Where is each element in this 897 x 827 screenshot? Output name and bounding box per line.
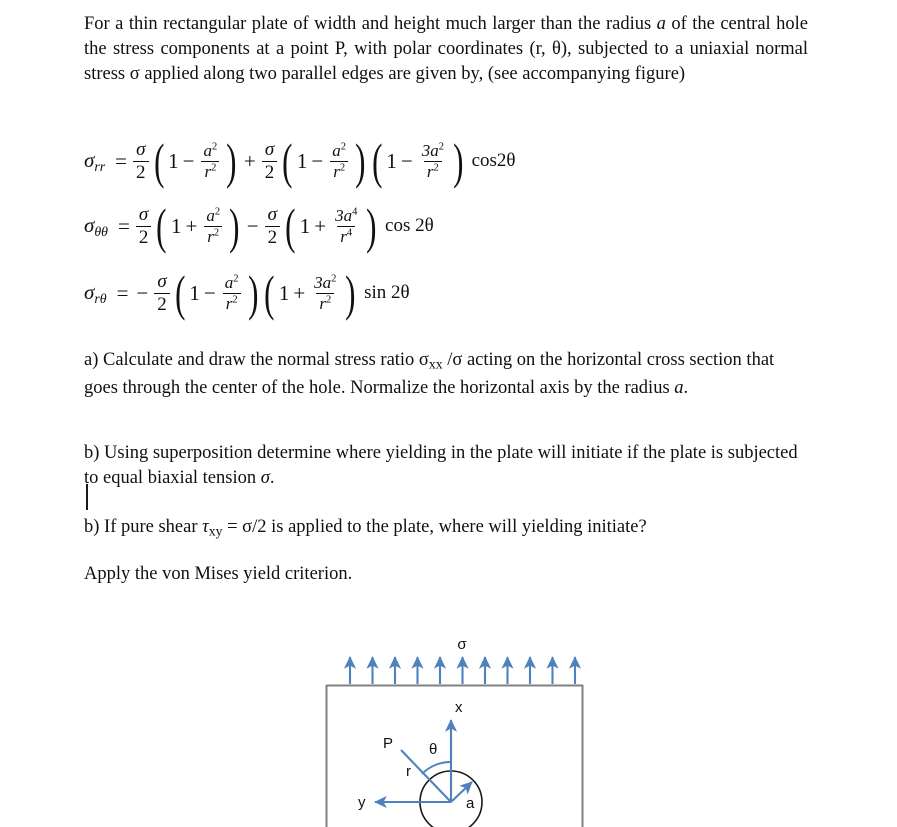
equation-1-equals: = (115, 148, 127, 173)
equation-sigma-rr: σrr = σ 2 ( 1 − a2 r2 ) + σ 2 (1 − a2 r… (84, 133, 824, 189)
right-paren-glyph: ) (366, 197, 377, 254)
closing-line: Apply the von Mises yield criterion. (84, 564, 353, 584)
right-paren-glyph: ) (226, 132, 237, 189)
a2-over-r2: a2 r2 (329, 142, 349, 180)
equation-3-group-2: ( 1 + 3a2 r2 ) (264, 264, 356, 321)
equation-3-equals: = (116, 280, 129, 305)
equation-1-group-2: ( 1 − a2 r2 ) (282, 132, 366, 189)
equation-2-sigma-over-2-a: σ 2 (135, 205, 152, 247)
question-b2-paragraph: b) If pure shear τxy = σ/2 is applied to… (84, 515, 808, 543)
radial-distance-label-r: r (406, 763, 411, 780)
equation-3-sigma-over-2: σ 2 (154, 272, 170, 314)
question-a-text-1: a) Calculate and draw the normal stress … (84, 350, 429, 370)
right-paren-glyph: ) (247, 264, 259, 321)
equation-2-group-1: ( 1 + a2 r2 ) (156, 197, 240, 254)
equation-1-group-3: ( 1 − 3a2 r2 ) (371, 132, 464, 189)
right-paren-glyph: ) (453, 132, 464, 189)
equation-2-group-2: ( 1 + 3a4 r4 ) (285, 197, 377, 254)
left-paren-glyph: ( (371, 132, 383, 189)
equation-3-lhs: σrθ (84, 279, 107, 306)
question-b1-sigma-symbol: σ (260, 468, 270, 488)
question-b2-block: b) If pure shear τxy = σ/2 is applied to… (84, 515, 808, 543)
question-a-text-3: . (683, 378, 689, 399)
closing-block: Apply the von Mises yield criterion. (84, 562, 808, 587)
left-paren-glyph: ( (282, 132, 293, 189)
question-b1-block: b) Using superposition determine where y… (84, 441, 808, 491)
left-paren-glyph: ( (153, 132, 164, 189)
right-paren-glyph: ) (229, 197, 240, 254)
equation-1-trig: cos2θ (471, 150, 516, 171)
document-page: For a thin rectangular plate of width an… (0, 0, 897, 827)
point-P-label: P (383, 735, 393, 752)
intro-block: For a thin rectangular plate of width an… (84, 12, 808, 87)
equation-1-plus: + (243, 148, 256, 173)
question-a-radius-symbol: a (674, 378, 684, 399)
y-axis-label: y (358, 794, 366, 811)
x-axis-label: x (455, 699, 463, 716)
theta-angle-label: θ (429, 741, 437, 758)
hole-radius-label-a: a (466, 795, 475, 812)
equation-1-sigma-over-2-a: σ 2 (133, 140, 149, 182)
three-a2-over-r2: 3a2 r2 (314, 273, 337, 313)
question-b1-paragraph: b) Using superposition determine where y… (84, 441, 808, 491)
intro-text-part-1: For a thin rectangular plate of width an… (84, 14, 657, 34)
three-a4-over-r4: 3a4 r4 (335, 206, 358, 246)
question-a-block: a) Calculate and draw the normal stress … (84, 348, 808, 401)
left-paren-glyph: ( (174, 264, 186, 321)
left-paren-glyph: ( (156, 197, 167, 254)
plate-with-central-hole-figure: σ x y P r θ a (0, 630, 897, 827)
equation-2-minus: − (246, 213, 259, 238)
three-a2-over-r2: 3a2 r2 (421, 141, 444, 181)
right-paren-glyph: ) (345, 264, 356, 321)
equation-2-equals: = (117, 213, 130, 238)
a2-over-r2: a2 r2 (222, 274, 242, 312)
question-b1-text-1: b) Using superposition determine where y… (84, 443, 798, 488)
left-paren-glyph: ( (285, 197, 296, 254)
equation-3-group-1: ( 1 − a2 r2 ) (174, 264, 259, 321)
a2-over-r2: a2 r2 (201, 142, 221, 180)
theta-angle-arc (421, 761, 452, 775)
equation-2-trig: cos 2θ (385, 215, 434, 236)
equation-3-trig: sin 2θ (364, 282, 410, 303)
equation-sigma-r-theta: σrθ = − σ 2 ( 1 − a2 r2 ) (1 + 3a2 r2)… (84, 265, 824, 321)
question-a-paragraph: a) Calculate and draw the normal stress … (84, 348, 808, 401)
intro-radius-symbol: a (656, 14, 666, 34)
equation-2-lhs: σθθ (84, 212, 108, 239)
a2-over-r2: a2 r2 (203, 207, 223, 245)
equation-sigma-theta-theta: σθθ = σ 2 ( 1 + a2 r2 ) − σ 2 (1 + 3a4 … (84, 198, 824, 254)
question-a-subscript: xx (428, 356, 443, 372)
question-b2-text-2: = σ/2 is applied to the plate, where wil… (222, 517, 647, 537)
equation-2-sigma-over-2-b: σ 2 (264, 205, 281, 247)
question-b2-text-1: b) If pure shear (84, 517, 203, 537)
left-paren-glyph: ( (264, 264, 275, 321)
question-b2-subscript: xy (208, 523, 223, 539)
load-label-sigma: σ (457, 636, 467, 653)
question-b1-text-2: . (269, 468, 275, 488)
equation-1-lhs: σrr (84, 147, 106, 174)
text-cursor-caret (86, 484, 88, 510)
equation-1-sigma-over-2-b: σ 2 (261, 140, 278, 182)
equation-3-leading-minus: − (136, 280, 149, 305)
load-arrows-group (343, 656, 582, 684)
right-paren-glyph: ) (355, 132, 366, 189)
intro-paragraph: For a thin rectangular plate of width an… (84, 12, 808, 87)
equation-1-group-1: ( 1 − a2 r2 ) (153, 132, 237, 189)
question-b2-tau-symbol: τ (202, 517, 209, 537)
